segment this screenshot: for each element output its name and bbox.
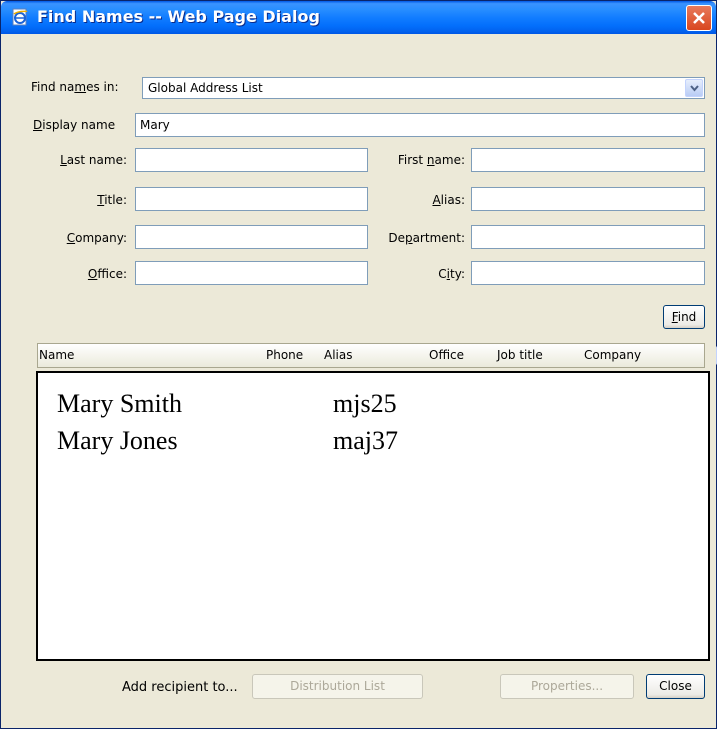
alias-label: Alias:	[432, 193, 465, 207]
add-recipient-label: Add recipient to...	[122, 680, 238, 695]
office-field[interactable]	[135, 261, 368, 285]
first-name-label: First name:	[397, 153, 465, 167]
chevron-down-icon	[690, 85, 699, 92]
list-item[interactable]: Mary Smith mjs25	[38, 389, 708, 425]
find-in-value: Global Address List	[148, 81, 263, 95]
window-title: Find Names -- Web Page Dialog	[37, 7, 320, 26]
first-name-field[interactable]	[471, 148, 705, 172]
title-bar[interactable]: Find Names -- Web Page Dialog	[1, 1, 716, 34]
find-names-dialog: Find Names -- Web Page Dialog Find names…	[0, 0, 717, 729]
find-in-label: Find names in:	[31, 80, 119, 94]
find-in-select[interactable]: Global Address List	[142, 77, 705, 99]
list-item[interactable]: Mary Jones maj37	[38, 426, 708, 462]
city-field[interactable]	[471, 261, 705, 285]
properties-button[interactable]: Properties...	[500, 674, 634, 699]
company-label: Company:	[66, 231, 127, 245]
find-button[interactable]: Find	[663, 305, 705, 329]
company-field[interactable]	[135, 225, 368, 249]
result-name: Mary Smith	[57, 389, 182, 418]
result-alias: maj37	[333, 426, 398, 455]
title-label: Title:	[97, 193, 127, 207]
last-name-field[interactable]	[135, 148, 368, 172]
display-name-label: Display name	[33, 118, 116, 132]
department-field[interactable]	[471, 225, 705, 249]
department-label: Department:	[388, 231, 465, 245]
column-phone[interactable]: Phone	[266, 348, 303, 362]
column-company[interactable]: Company	[584, 348, 641, 362]
distribution-list-button[interactable]: Distribution List	[252, 674, 423, 699]
result-alias: mjs25	[333, 389, 397, 418]
display-name-field[interactable]	[135, 113, 705, 137]
close-icon	[693, 12, 705, 24]
results-list[interactable]: Mary Smith mjs25 Mary Jones maj37	[36, 371, 710, 661]
column-job-title[interactable]: Job title	[497, 348, 543, 362]
title-field[interactable]	[135, 187, 368, 211]
alias-field[interactable]	[471, 187, 705, 211]
dropdown-button[interactable]	[685, 79, 703, 97]
ie-page-icon	[11, 8, 29, 26]
column-office[interactable]: Office	[429, 348, 464, 362]
close-button[interactable]: Close	[646, 674, 705, 699]
close-window-button[interactable]	[686, 5, 712, 31]
results-column-header: Name Phone Alias Office Job title Compan…	[37, 343, 717, 368]
column-alias[interactable]: Alias	[324, 348, 352, 362]
column-name[interactable]: Name	[39, 348, 74, 362]
office-label: Office:	[87, 267, 127, 281]
last-name-label: Last name:	[60, 153, 127, 167]
result-name: Mary Jones	[57, 426, 178, 455]
city-label: City:	[438, 267, 465, 281]
